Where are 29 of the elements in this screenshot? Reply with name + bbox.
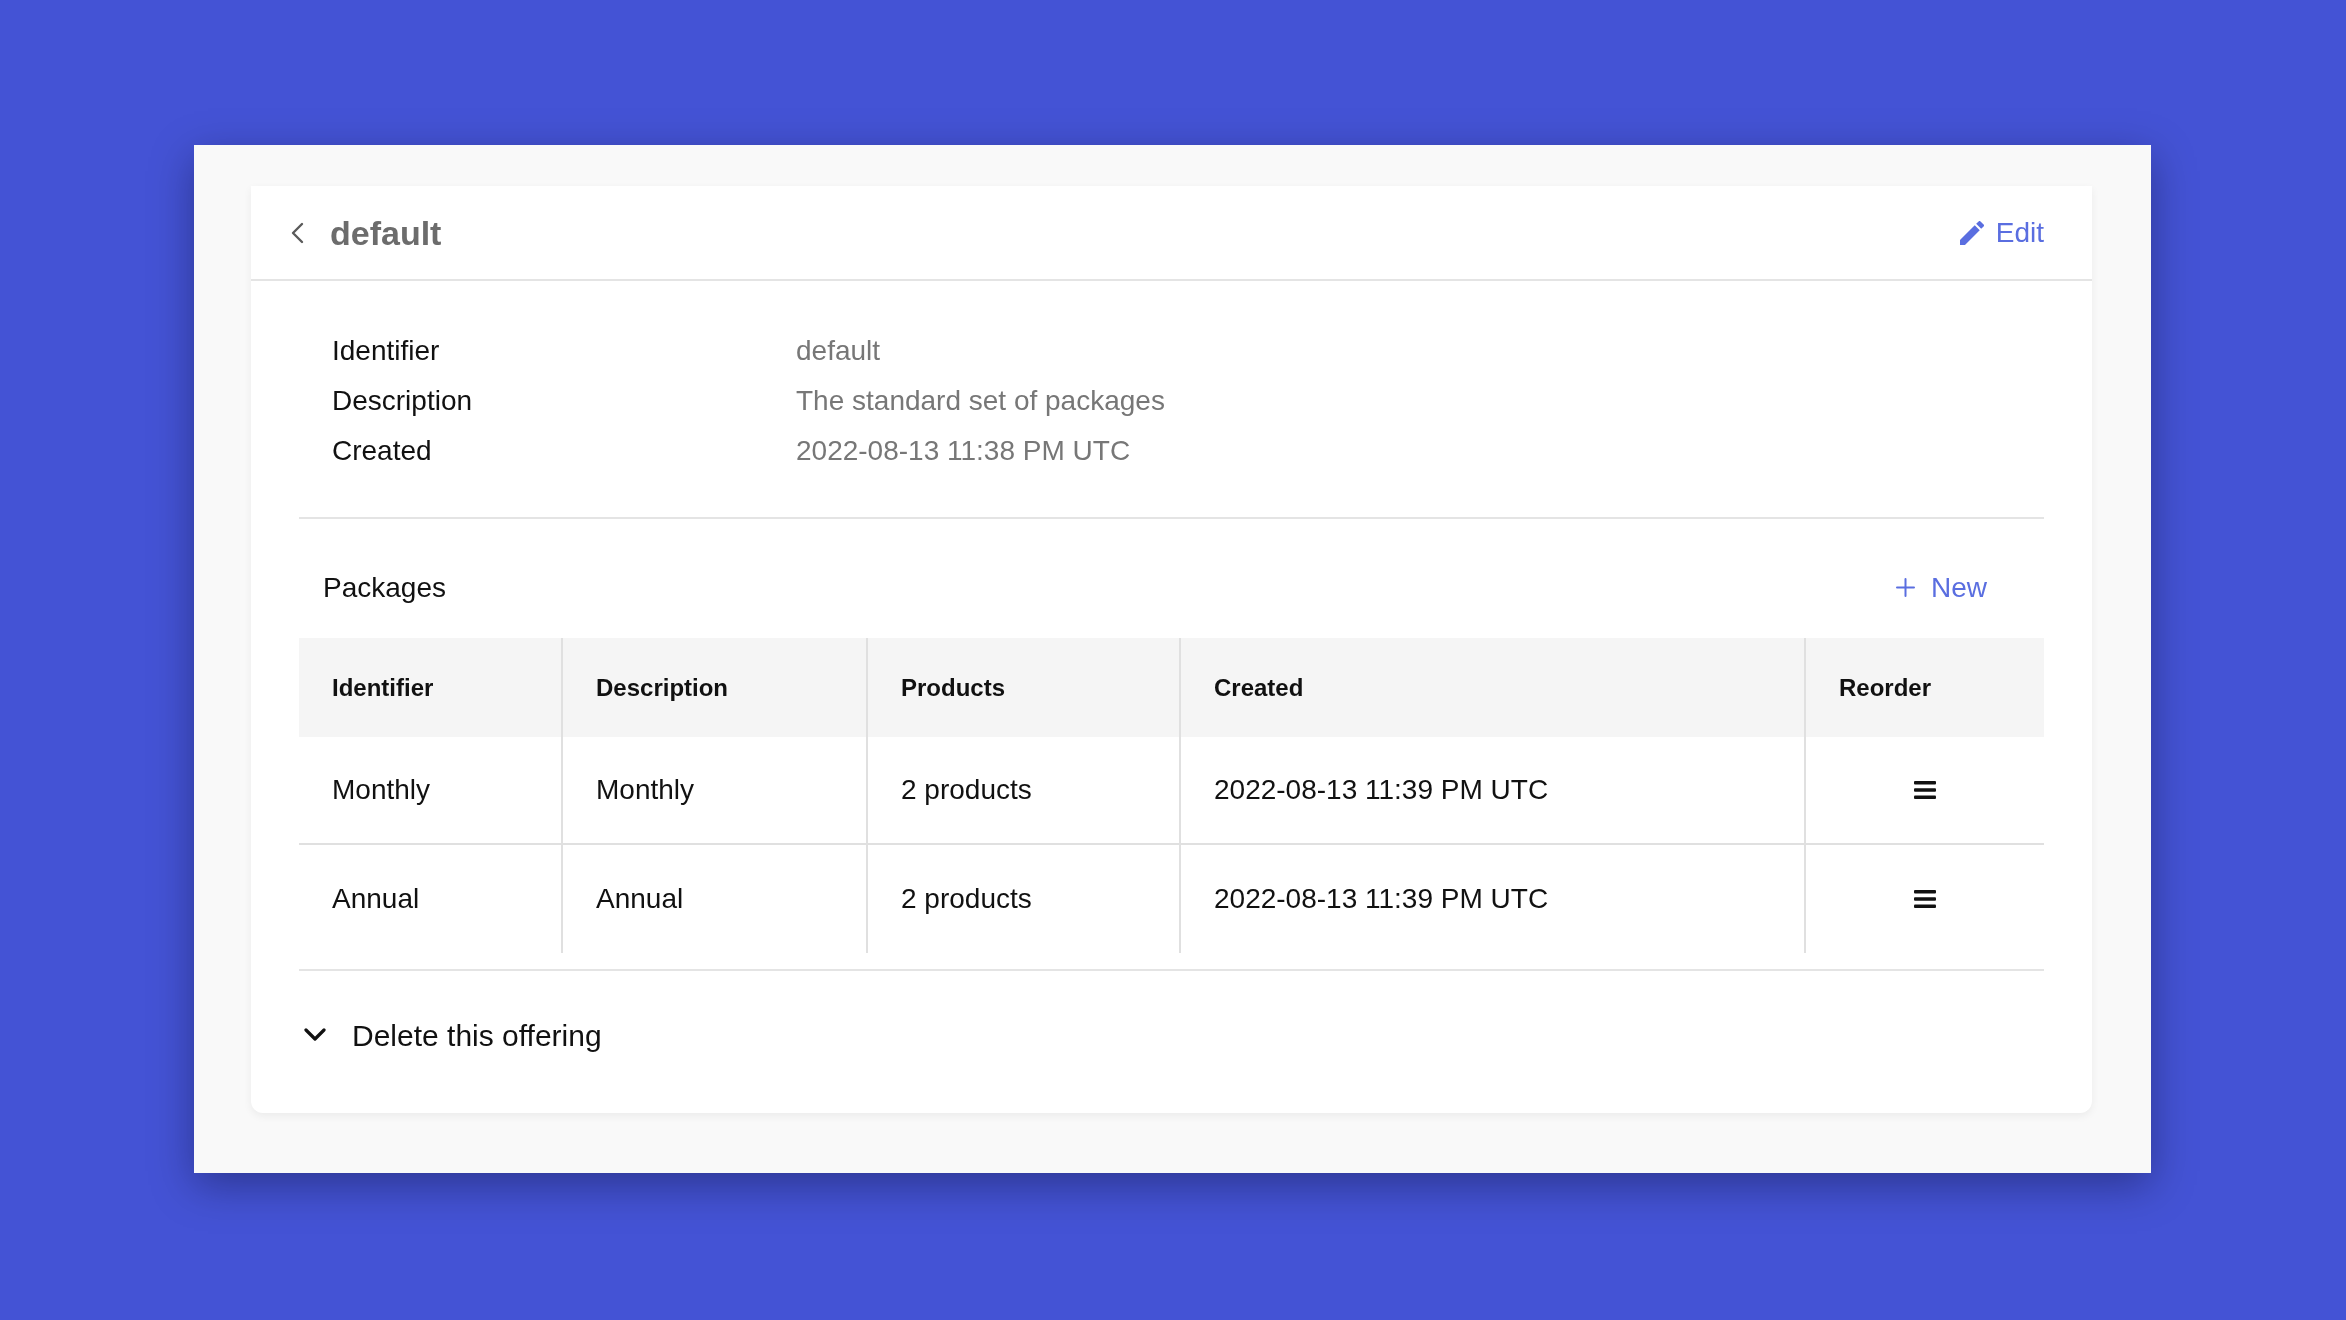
column-header: Description — [596, 672, 729, 703]
column-header: Identifier — [332, 672, 434, 703]
table-cell-text: 2 products — [901, 773, 1032, 807]
drag-handle-icon[interactable] — [1914, 781, 1936, 799]
table-cell-text: 2 products — [901, 882, 1032, 916]
edit-button[interactable]: Edit — [1959, 218, 2044, 247]
column-header: Created — [1214, 672, 1304, 703]
table-cell-text: Annual — [332, 882, 420, 916]
table-cell-text: 2022-08-13 11:39 PM UTC — [1214, 773, 1549, 807]
chevron-left-icon — [290, 221, 304, 244]
new-package-button[interactable]: New — [1896, 573, 1987, 602]
table-cell-text: Monthly — [332, 773, 431, 807]
detail-value: default — [796, 334, 881, 368]
page-title: default — [330, 215, 442, 250]
section-title: Packages — [323, 570, 446, 605]
pencil-icon — [1959, 220, 1984, 245]
detail-label: Created — [332, 434, 433, 468]
plus-icon — [1896, 578, 1915, 597]
delete-offering-toggle[interactable]: Delete this offering — [299, 1015, 602, 1055]
detail-label: Identifier — [332, 334, 441, 368]
detail-value: The standard set of packages — [796, 384, 1165, 418]
table-cell-text: Annual — [596, 882, 684, 916]
detail-value: 2022-08-13 11:38 PM UTC — [796, 434, 1131, 468]
column-header: Products — [901, 672, 1005, 703]
table-cell-text: 2022-08-13 11:39 PM UTC — [1214, 882, 1549, 916]
detail-label: Description — [332, 384, 474, 418]
column-header: Reorder — [1839, 672, 1932, 703]
drag-handle-icon[interactable] — [1914, 890, 1936, 908]
table-cell-text: Monthly — [596, 773, 695, 807]
